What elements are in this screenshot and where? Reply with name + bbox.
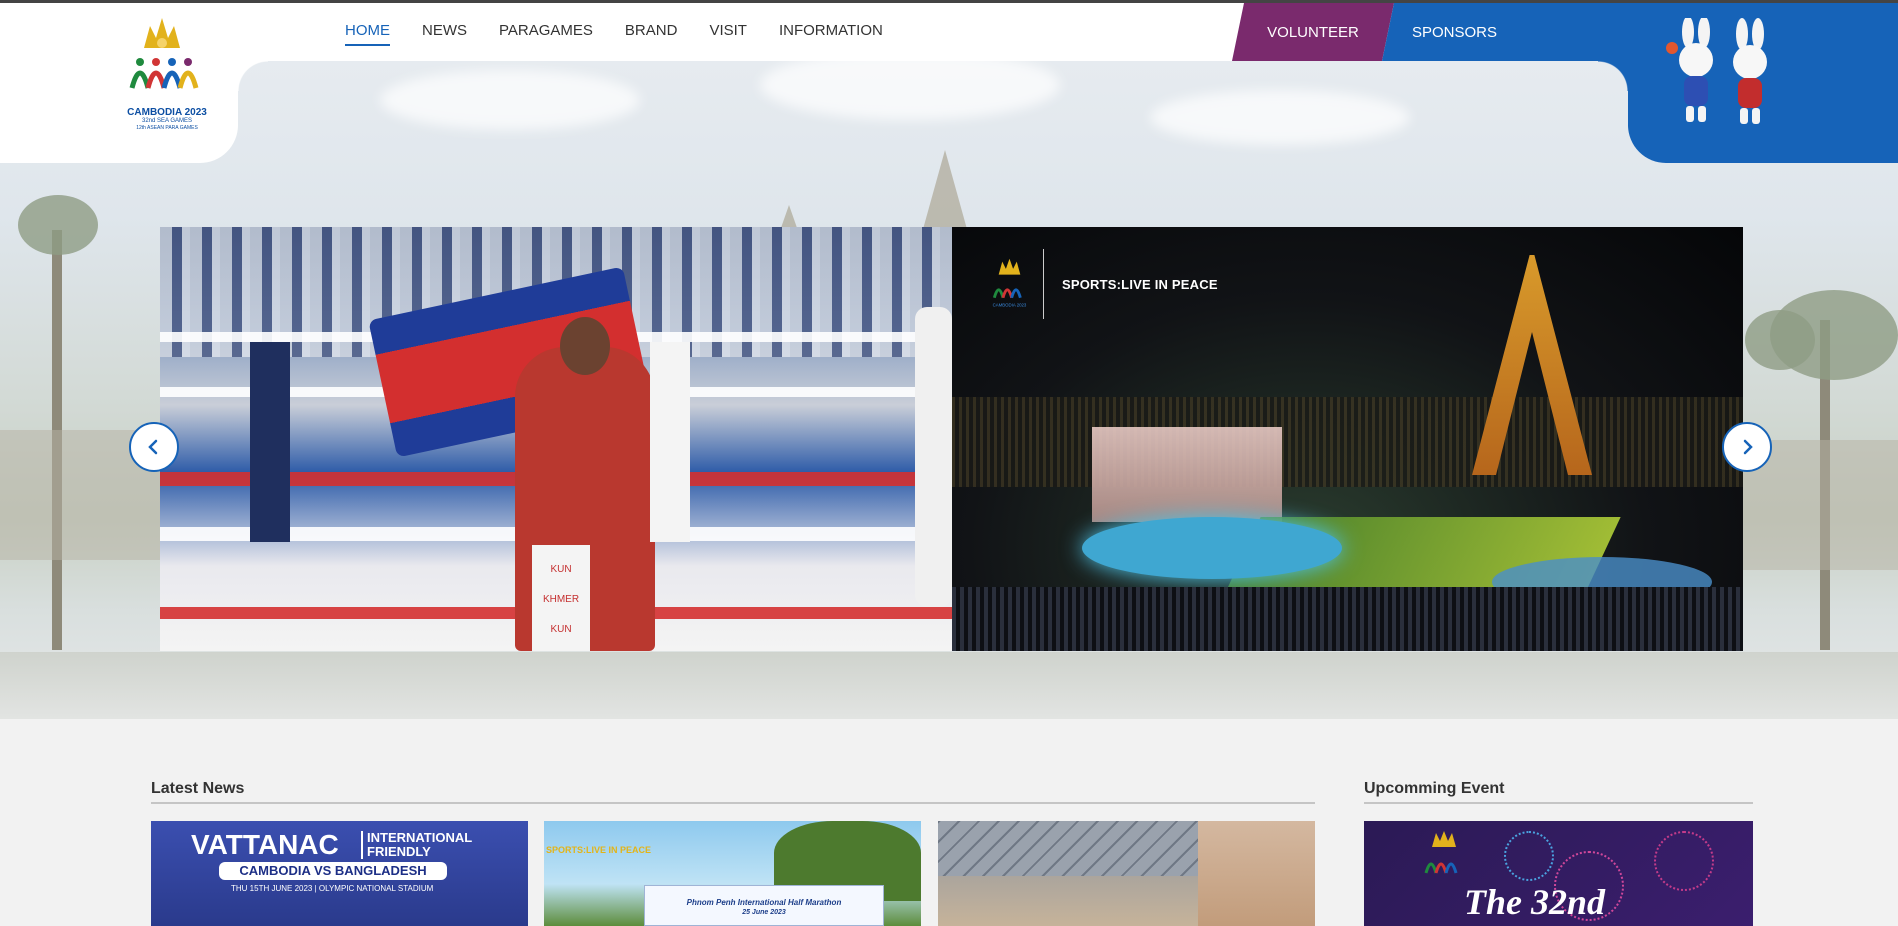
latest-news-title: Latest News [151,780,245,797]
chevron-left-icon [148,439,158,455]
chevron-right-icon [1743,439,1753,455]
svg-text:CAMBODIA 2023: CAMBODIA 2023 [993,302,1027,307]
news-card-half-marathon[interactable]: SPORTS:LIVE IN PEACE Phnom Penh Internat… [544,821,921,926]
top-border [0,0,1898,3]
upcoming-event-divider [1364,802,1753,804]
news-card-tag: INTERNATIONAL FRIENDLY [361,831,472,859]
rabbit-mascots-image [1666,16,1778,133]
nav-item-news[interactable]: NEWS [422,22,467,46]
news-card-date: THU 15TH JUNE 2023 | OLYMPIC NATIONAL ST… [231,884,434,893]
nav-item-visit[interactable]: VISIT [709,22,747,46]
games-emblem-icon [129,18,199,89]
upcoming-event-card[interactable]: The 32nd [1364,821,1753,926]
news-card-sports-hall[interactable] [938,821,1315,926]
corner-pad-right [650,342,690,542]
carousel-prev-button[interactable] [129,422,179,472]
slide-opening-ceremony[interactable]: CAMBODIA 2023 SPORTS:LIVE IN PEACE [952,227,1743,651]
hero-carousel: KUN KHMER KUN KHMER KUN KHMER CAMBODIA 2… [160,227,1743,651]
sponsors-button[interactable]: SPONSORS [1382,3,1628,61]
news-card-headline: VATTANAC [191,829,339,860]
news-card-match: CAMBODIA VS BANGLADESH [219,862,447,880]
logo-tagline: 12th ASEAN PARA GAMES [136,125,198,131]
moat-water [0,652,1898,719]
cambodia-2023-logo[interactable]: CAMBODIA 2023 32nd SEA GAMES 12th ASEAN … [122,18,212,136]
referee-figure [915,307,952,607]
games-emblem-icon: CAMBODIA 2023 [993,249,1044,319]
corner-pad-left [250,342,290,542]
upcoming-event-title: Upcomming Event [1364,780,1505,797]
volunteer-button[interactable]: VOLUNTEER [1232,3,1394,61]
carousel-next-button[interactable] [1722,422,1772,472]
temple-stage [1092,427,1282,522]
main-nav: HOME NEWS PARAGAMES BRAND VISIT INFORMAT… [345,22,915,46]
logo-subtitle: 32nd SEA GAMES [141,118,193,124]
slide-kun-khmer-boxer[interactable]: KUN KHMER KUN KHMER KUN KHMER [160,227,952,651]
slide-brand-overlay: CAMBODIA 2023 SPORTS:LIVE IN PEACE [990,249,1218,319]
nav-item-home[interactable]: HOME [345,22,390,46]
nav-item-brand[interactable]: BRAND [625,22,678,46]
nav-item-information[interactable]: INFORMATION [779,22,883,46]
slide-brand-text: SPORTS:LIVE IN PEACE [1062,276,1218,292]
logo-title: CAMBODIA 2023 [127,107,207,118]
news-card-vattanac[interactable]: VATTANAC INTERNATIONAL FRIENDLY CAMBODIA… [151,821,528,926]
games-emblem-icon [1424,831,1458,874]
news-card-banner: Phnom Penh International Half Marathon 2… [644,885,884,926]
event-card-title: The 32nd [1464,882,1606,922]
nav-item-paragames[interactable]: PARAGAMES [499,22,593,46]
news-card-tag: SPORTS:LIVE IN PEACE [546,845,652,855]
latest-news-divider [151,802,1315,804]
kun-khmer-sign: KUN KHMER KUN KHMER KUN KHMER [532,545,590,651]
